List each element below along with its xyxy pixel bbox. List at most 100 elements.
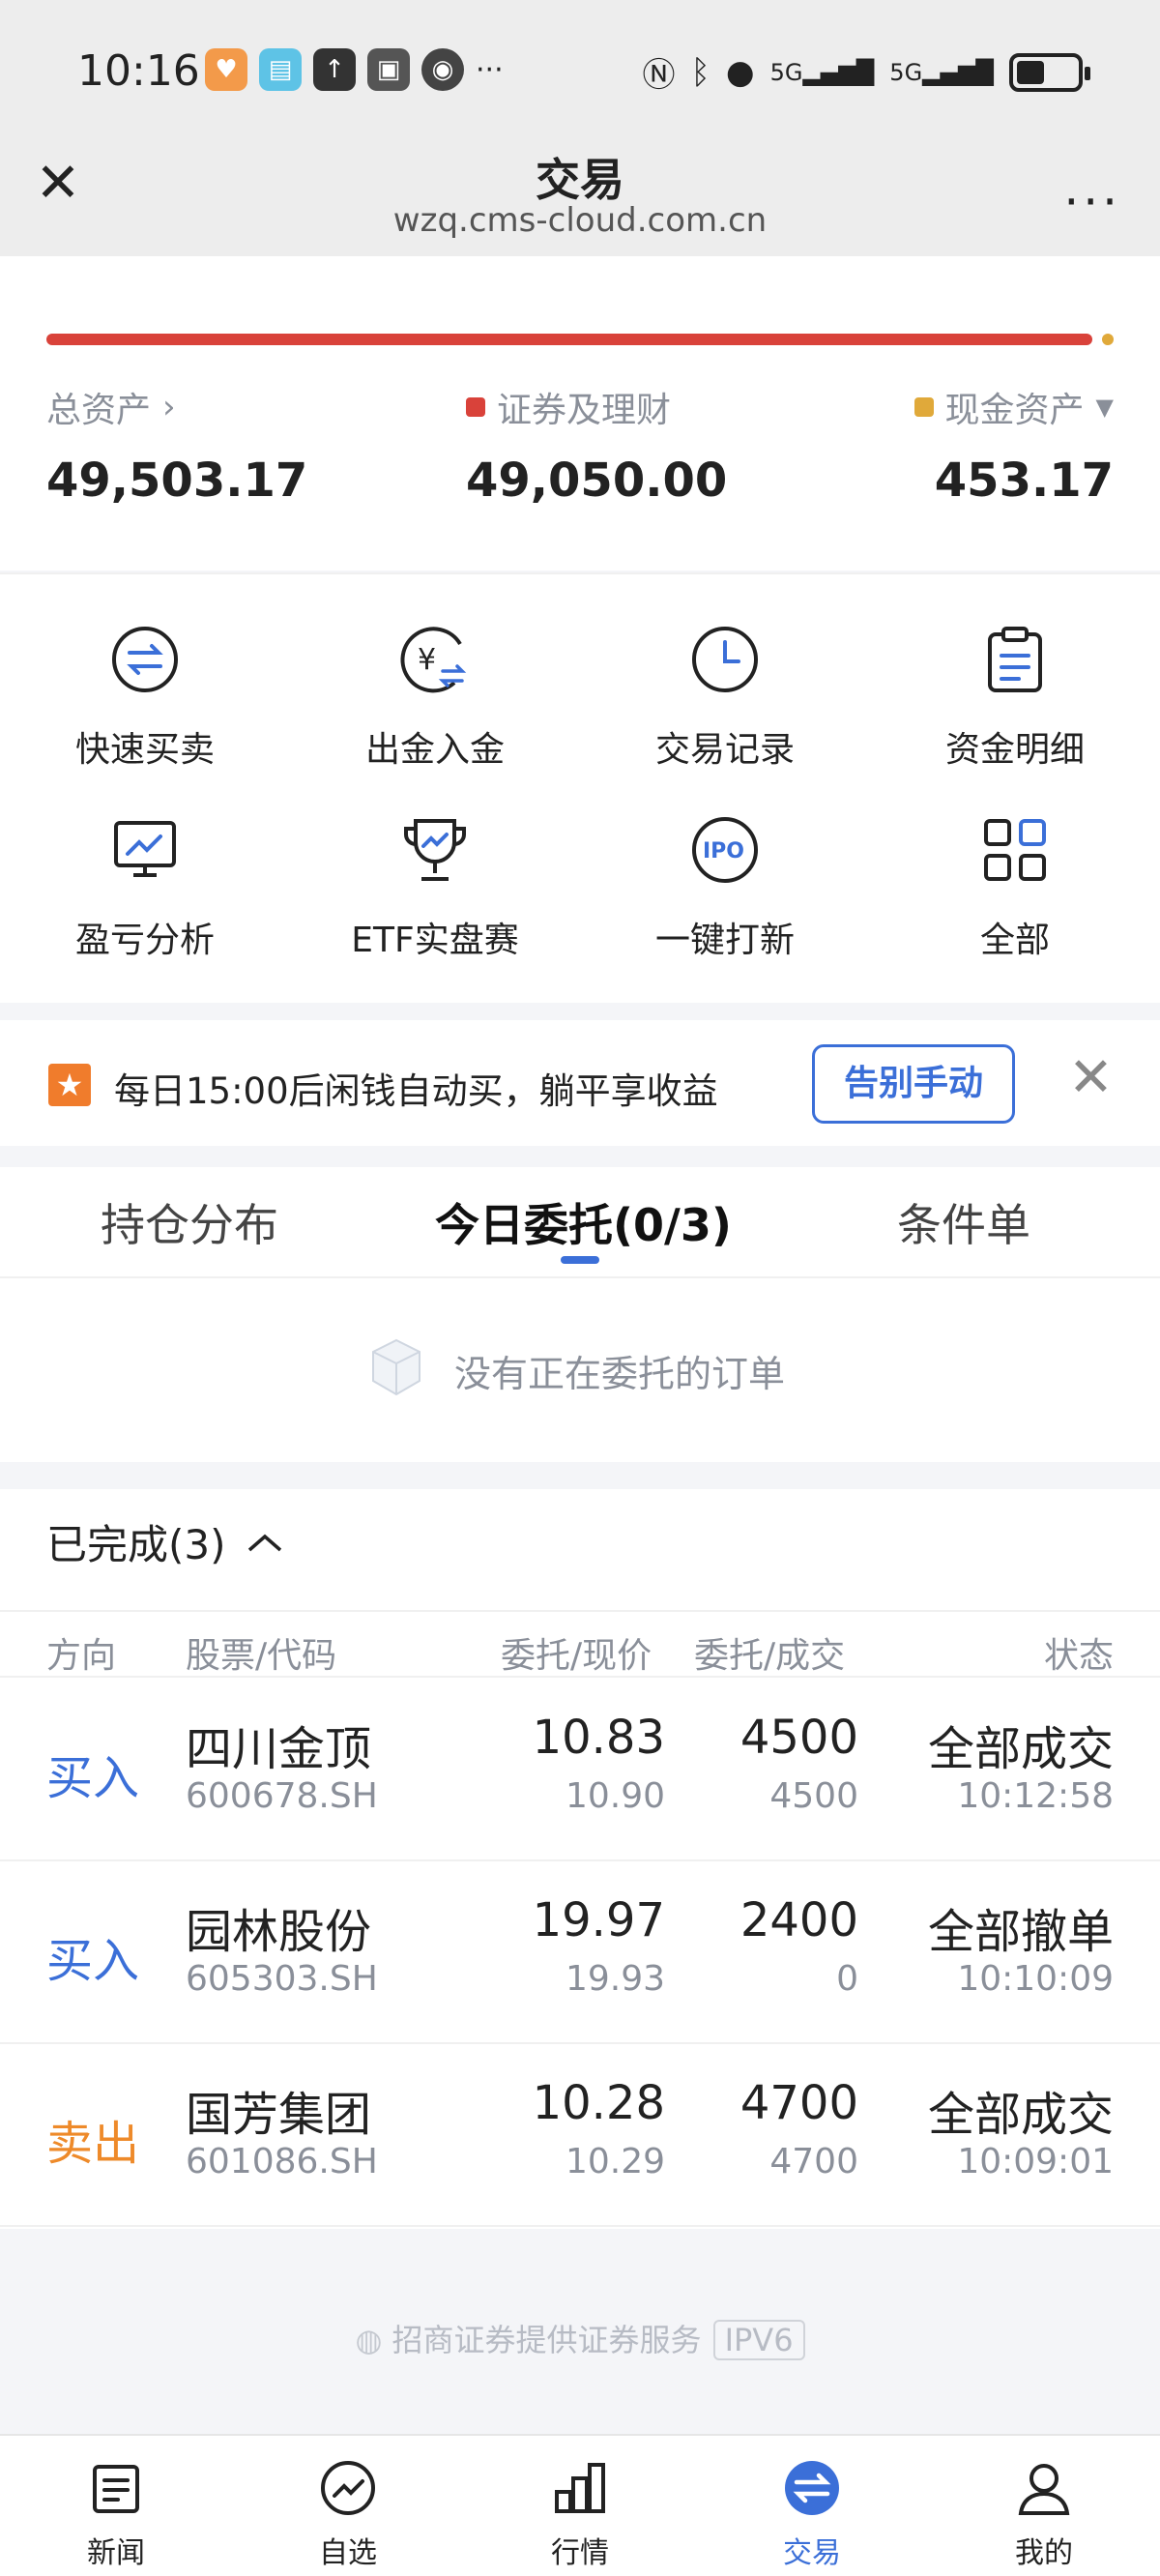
table-header: 方向 股票/代码 委托/现价 委托/成交 状态: [0, 1610, 1160, 1678]
footer-note: ◍ 招商证券提供证券服务 IPV6: [0, 2316, 1160, 2360]
total-assets-label: 总资产: [46, 391, 152, 430]
cash-ratio-dot: [1102, 334, 1114, 345]
securities-label: 证券及理财: [497, 391, 672, 430]
footer-text: 招商证券提供证券服务: [392, 2322, 702, 2358]
row-order-price: 10.28: [532, 2076, 665, 2130]
nav-label: 自选: [319, 2536, 377, 2570]
nav-watchlist[interactable]: 自选: [271, 2457, 425, 2571]
function-fund-details[interactable]: 资金明细: [870, 621, 1160, 772]
completed-title: 已完成(3): [46, 1521, 226, 1568]
nav-me[interactable]: 我的: [967, 2457, 1121, 2571]
more-menu-button[interactable]: ···: [1063, 174, 1121, 230]
table-row[interactable]: 买入 四川金顶 600678.SH 10.83 10.90 4500 4500 …: [0, 1680, 1160, 1861]
row-order-price: 19.97: [532, 1893, 665, 1947]
promo-action-button[interactable]: 告别手动: [812, 1044, 1015, 1124]
function-label: 交易记录: [654, 730, 795, 770]
row-direction: 买入: [46, 1934, 140, 1988]
promo-banner: ★ 每日15:00后闲钱自动买，躺平享收益 告别手动 ✕: [0, 1020, 1160, 1146]
row-stock-name: 四川金顶: [186, 1722, 372, 1776]
col-status: 状态: [1043, 1636, 1114, 1676]
completed-toggle[interactable]: 已完成(3): [46, 1512, 284, 1571]
row-direction: 卖出: [46, 2117, 140, 2171]
function-all[interactable]: 全部: [870, 811, 1160, 962]
caret-down-icon: ▼: [1095, 394, 1114, 421]
function-label: 全部: [979, 921, 1050, 960]
monitor-chart-icon: [114, 821, 176, 877]
row-current-price: 10.90: [565, 1776, 665, 1816]
table-row[interactable]: 买入 园林股份 605303.SH 19.97 19.93 2400 0 全部撤…: [0, 1862, 1160, 2044]
order-tabs: 持仓分布 今日委托(0/3) 条件单: [0, 1167, 1160, 1278]
status-time: 10:16: [77, 46, 200, 96]
row-order-qty: 2400: [740, 1893, 858, 1947]
close-icon[interactable]: ✕: [1068, 1049, 1114, 1107]
more-notifications-icon: ···: [476, 52, 504, 87]
row-current-price: 19.93: [565, 1959, 665, 1999]
signal-2-icon: 5G▂▄▆█: [889, 58, 994, 86]
nav-market[interactable]: 行情: [503, 2457, 657, 2571]
book-app-icon: ▤: [259, 48, 302, 91]
ipo-icon: IPO: [692, 817, 758, 883]
status-app-icons: ♥ ▤ ↑ ▣ ◉ ···: [205, 48, 504, 91]
nav-label: 新闻: [87, 2536, 145, 2570]
bottom-nav: 新闻 自选 行情 交易 我的: [0, 2434, 1160, 2576]
row-time: 10:10:09: [957, 1959, 1114, 1999]
row-order-qty: 4700: [740, 2076, 858, 2130]
car-app-icon: ▣: [367, 48, 410, 91]
cash-assets[interactable]: 现金资产 ▼ 453.17: [914, 382, 1114, 508]
row-stock-name: 国芳集团: [186, 2088, 372, 2142]
function-label: 快速买卖: [74, 730, 215, 770]
total-assets[interactable]: 总资产 › 49,503.17: [46, 382, 307, 508]
broker-logo-icon: ◍: [355, 2322, 392, 2358]
function-trade-records[interactable]: 交易记录: [580, 621, 870, 772]
securities-value: 49,050.00: [466, 454, 728, 508]
clipboard-icon: [988, 627, 1042, 692]
svg-text:IPO: IPO: [703, 839, 744, 864]
battery-icon: [1009, 52, 1090, 92]
function-label: 资金明细: [944, 730, 1085, 770]
signal-1-icon: 5G▂▄▆█: [769, 58, 875, 86]
function-pnl-analysis[interactable]: 盈亏分析: [0, 811, 290, 962]
table-row[interactable]: 卖出 国芳集团 601086.SH 10.28 10.29 4700 4700 …: [0, 2045, 1160, 2227]
row-status: 全部撤单: [927, 1905, 1114, 1959]
securities-legend-icon: [466, 397, 485, 417]
wechat-app-icon: ◉: [421, 48, 464, 91]
row-stock-code: 600678.SH: [186, 1776, 378, 1816]
empty-box-icon: [372, 1338, 420, 1396]
chevron-right-icon: ›: [162, 388, 176, 426]
user-icon: [1018, 2464, 1070, 2515]
function-ipo[interactable]: IPO 一键打新: [580, 811, 870, 962]
col-price: 委托/现价: [501, 1636, 652, 1676]
page-url: wzq.cms-cloud.com.cn: [392, 201, 768, 240]
row-filled-qty: 4500: [769, 1776, 858, 1816]
cash-value: 453.17: [934, 454, 1114, 508]
tab-conditional-orders[interactable]: 条件单: [897, 1190, 1030, 1254]
bar-chart-icon: [555, 2463, 605, 2513]
promo-text: 每日15:00后闲钱自动买，躺平享收益: [114, 1070, 718, 1112]
function-label: ETF实盘赛: [351, 921, 519, 960]
clock-icon: [692, 627, 758, 692]
page-header: ✕ 交易 wzq.cms-cloud.com.cn ···: [0, 145, 1160, 256]
nav-news[interactable]: 新闻: [39, 2457, 193, 2571]
row-time: 10:12:58: [957, 1776, 1114, 1816]
star-icon: ★: [48, 1064, 91, 1106]
row-status: 全部成交: [927, 2088, 1114, 2142]
cash-label: 现金资产: [944, 391, 1085, 430]
col-stock: 股票/代码: [186, 1636, 337, 1676]
active-tab-indicator: [561, 1256, 599, 1264]
col-direction: 方向: [46, 1636, 117, 1676]
page-title: 交易: [536, 154, 624, 206]
function-quick-trade[interactable]: 快速买卖: [0, 621, 290, 772]
bluetooth-icon: ᛒ: [690, 52, 710, 92]
tab-today-orders[interactable]: 今日委托(0/3): [435, 1190, 732, 1254]
tab-positions[interactable]: 持仓分布: [101, 1190, 278, 1254]
ipv6-badge: IPV6: [712, 2320, 805, 2360]
nav-trade[interactable]: 交易: [735, 2457, 889, 2571]
function-deposit-withdraw[interactable]: ¥ 出金入金: [290, 621, 580, 772]
nav-label: 交易: [783, 2536, 841, 2570]
function-etf-contest[interactable]: ETF实盘赛: [290, 811, 580, 962]
trend-icon: [321, 2461, 375, 2515]
grid-icon: [984, 819, 1046, 881]
asset-summary: 总资产 › 49,503.17 证券及理财 49,050.00 现金资产 ▼ 453…: [0, 256, 1160, 571]
function-label: 一键打新: [654, 921, 795, 960]
news-icon: [93, 2465, 139, 2513]
